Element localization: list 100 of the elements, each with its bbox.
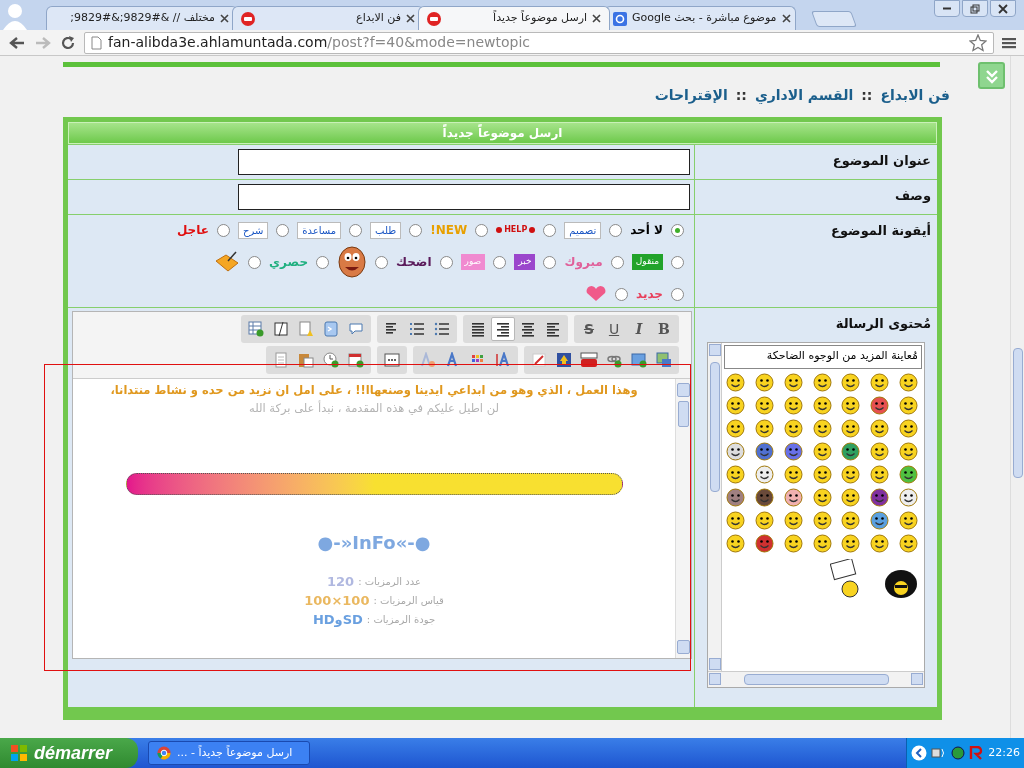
- radio-button[interactable]: [276, 223, 290, 237]
- breadcrumb-link[interactable]: القسم الاداري: [754, 84, 854, 106]
- align-right-button[interactable]: [491, 317, 515, 341]
- radio-button[interactable]: [671, 255, 684, 269]
- smiley-icon[interactable]: [726, 533, 745, 553]
- radio-button[interactable]: [349, 223, 363, 237]
- smiley-icon[interactable]: [899, 441, 919, 461]
- star-icon[interactable]: [969, 33, 987, 52]
- radio-button[interactable]: [248, 255, 262, 269]
- radio-button[interactable]: [671, 287, 684, 301]
- smiley-icon[interactable]: [870, 533, 890, 553]
- smiley-icon[interactable]: [870, 464, 890, 484]
- start-button[interactable]: démarrer: [0, 738, 138, 768]
- smiley-dropdown[interactable]: مُعاينة المزيد من الوجوه الضاحكة: [724, 344, 922, 369]
- smiley-icon[interactable]: [841, 510, 861, 530]
- restore-button[interactable]: [962, 0, 988, 17]
- smiley-icon[interactable]: [812, 464, 832, 484]
- close-icon[interactable]: [220, 14, 229, 23]
- close-icon[interactable]: [592, 14, 601, 23]
- radio-button[interactable]: [609, 223, 623, 237]
- chevron-left-icon[interactable]: [911, 745, 927, 761]
- smiley-icon[interactable]: [812, 533, 832, 553]
- smiley-icon[interactable]: [899, 487, 919, 507]
- radio-button[interactable]: [375, 255, 389, 269]
- italic-button[interactable]: I: [627, 317, 651, 341]
- smiley-icon[interactable]: [783, 533, 803, 553]
- smiley-icon[interactable]: [783, 372, 803, 392]
- smiley-icon[interactable]: [899, 510, 919, 530]
- radio-button[interactable]: [543, 223, 557, 237]
- smiley-icon[interactable]: [726, 510, 745, 530]
- smiley-icon[interactable]: [841, 372, 861, 392]
- smiley-icon[interactable]: [841, 464, 861, 484]
- globe-icon[interactable]: [951, 746, 965, 760]
- smiley-icon[interactable]: [841, 533, 861, 553]
- smiley-icon[interactable]: [812, 487, 832, 507]
- smiley-icon[interactable]: [754, 441, 774, 461]
- radio-button[interactable]: [216, 223, 230, 237]
- afro-smiley-icon[interactable]: [884, 568, 918, 599]
- smiley-icon[interactable]: [812, 372, 832, 392]
- smiley-icon[interactable]: [754, 510, 774, 530]
- smiley-icon[interactable]: [754, 418, 774, 438]
- network-icon[interactable]: [931, 745, 947, 761]
- bold-button[interactable]: B: [652, 317, 676, 341]
- smiley-icon[interactable]: [754, 395, 774, 415]
- smiley-icon[interactable]: [754, 372, 774, 392]
- smiley-icon[interactable]: [870, 510, 890, 530]
- smiley-icon[interactable]: [726, 372, 745, 392]
- browser-tab[interactable]: ارسل موضوعاً جديداً: [418, 6, 610, 30]
- radio-button[interactable]: [316, 255, 330, 269]
- smiley-icon[interactable]: [899, 464, 919, 484]
- smiley-horizontal-scrollbar[interactable]: [708, 670, 924, 687]
- smiley-icon[interactable]: [726, 441, 745, 461]
- smiley-icon[interactable]: [726, 395, 745, 415]
- radio-button[interactable]: [493, 255, 507, 269]
- close-icon[interactable]: [406, 14, 415, 23]
- reload-icon[interactable]: [60, 34, 76, 51]
- radio-button[interactable]: [614, 287, 628, 301]
- smiley-icon[interactable]: [754, 533, 774, 553]
- smiley-icon[interactable]: [812, 441, 832, 461]
- smiley-icon[interactable]: [783, 464, 803, 484]
- smiley-icon[interactable]: [841, 395, 861, 415]
- smiley-icon[interactable]: [841, 418, 861, 438]
- text-input-field[interactable]: [238, 184, 690, 210]
- radio-button[interactable]: [610, 255, 624, 269]
- smiley-icon[interactable]: [870, 441, 890, 461]
- address-field[interactable]: fan-alibda3e.ahlamuntada.com/post?f=40&mode=newtopic: [84, 31, 994, 54]
- smiley-icon[interactable]: [783, 510, 803, 530]
- smiley-icon[interactable]: [754, 464, 774, 484]
- smiley-icon[interactable]: [812, 418, 832, 438]
- smiley-icon[interactable]: [870, 418, 890, 438]
- smiley-icon[interactable]: [812, 510, 832, 530]
- smiley-icon[interactable]: [899, 395, 919, 415]
- smiley-icon[interactable]: [812, 395, 832, 415]
- radio-button[interactable]: [475, 223, 489, 237]
- smiley-icon[interactable]: [899, 418, 919, 438]
- smiley-icon[interactable]: [754, 487, 774, 507]
- editor-scrollbar[interactable]: [675, 379, 691, 658]
- text-input-field[interactable]: [238, 149, 690, 175]
- radio-button[interactable]: [409, 223, 423, 237]
- strike-button[interactable]: S: [577, 317, 601, 341]
- smiley-icon[interactable]: [899, 372, 919, 392]
- smiley-icon[interactable]: [783, 441, 803, 461]
- smiley-icon[interactable]: [870, 395, 890, 415]
- taskbar-window-button[interactable]: ارسل موضوعاً جديداً - ...: [148, 741, 310, 765]
- close-button[interactable]: [990, 0, 1016, 17]
- minimize-button[interactable]: [934, 0, 960, 17]
- close-icon[interactable]: [781, 14, 791, 23]
- breadcrumb-link[interactable]: فن الابداع: [880, 84, 950, 106]
- breadcrumb-link[interactable]: الإقتراحات: [654, 84, 728, 106]
- smiley-icon[interactable]: [726, 464, 745, 484]
- radio-button[interactable]: [671, 223, 684, 237]
- smiley-icon[interactable]: [841, 487, 861, 507]
- smiley-icon[interactable]: [783, 395, 803, 415]
- smiley-icon[interactable]: [726, 487, 745, 507]
- smiley-icon[interactable]: [841, 441, 861, 461]
- smiley-icon[interactable]: [726, 418, 745, 438]
- page-scrollbar[interactable]: [1010, 56, 1024, 738]
- menu-icon[interactable]: [1002, 35, 1016, 50]
- radio-button[interactable]: [543, 255, 557, 269]
- back-arrow-icon[interactable]: [8, 34, 26, 51]
